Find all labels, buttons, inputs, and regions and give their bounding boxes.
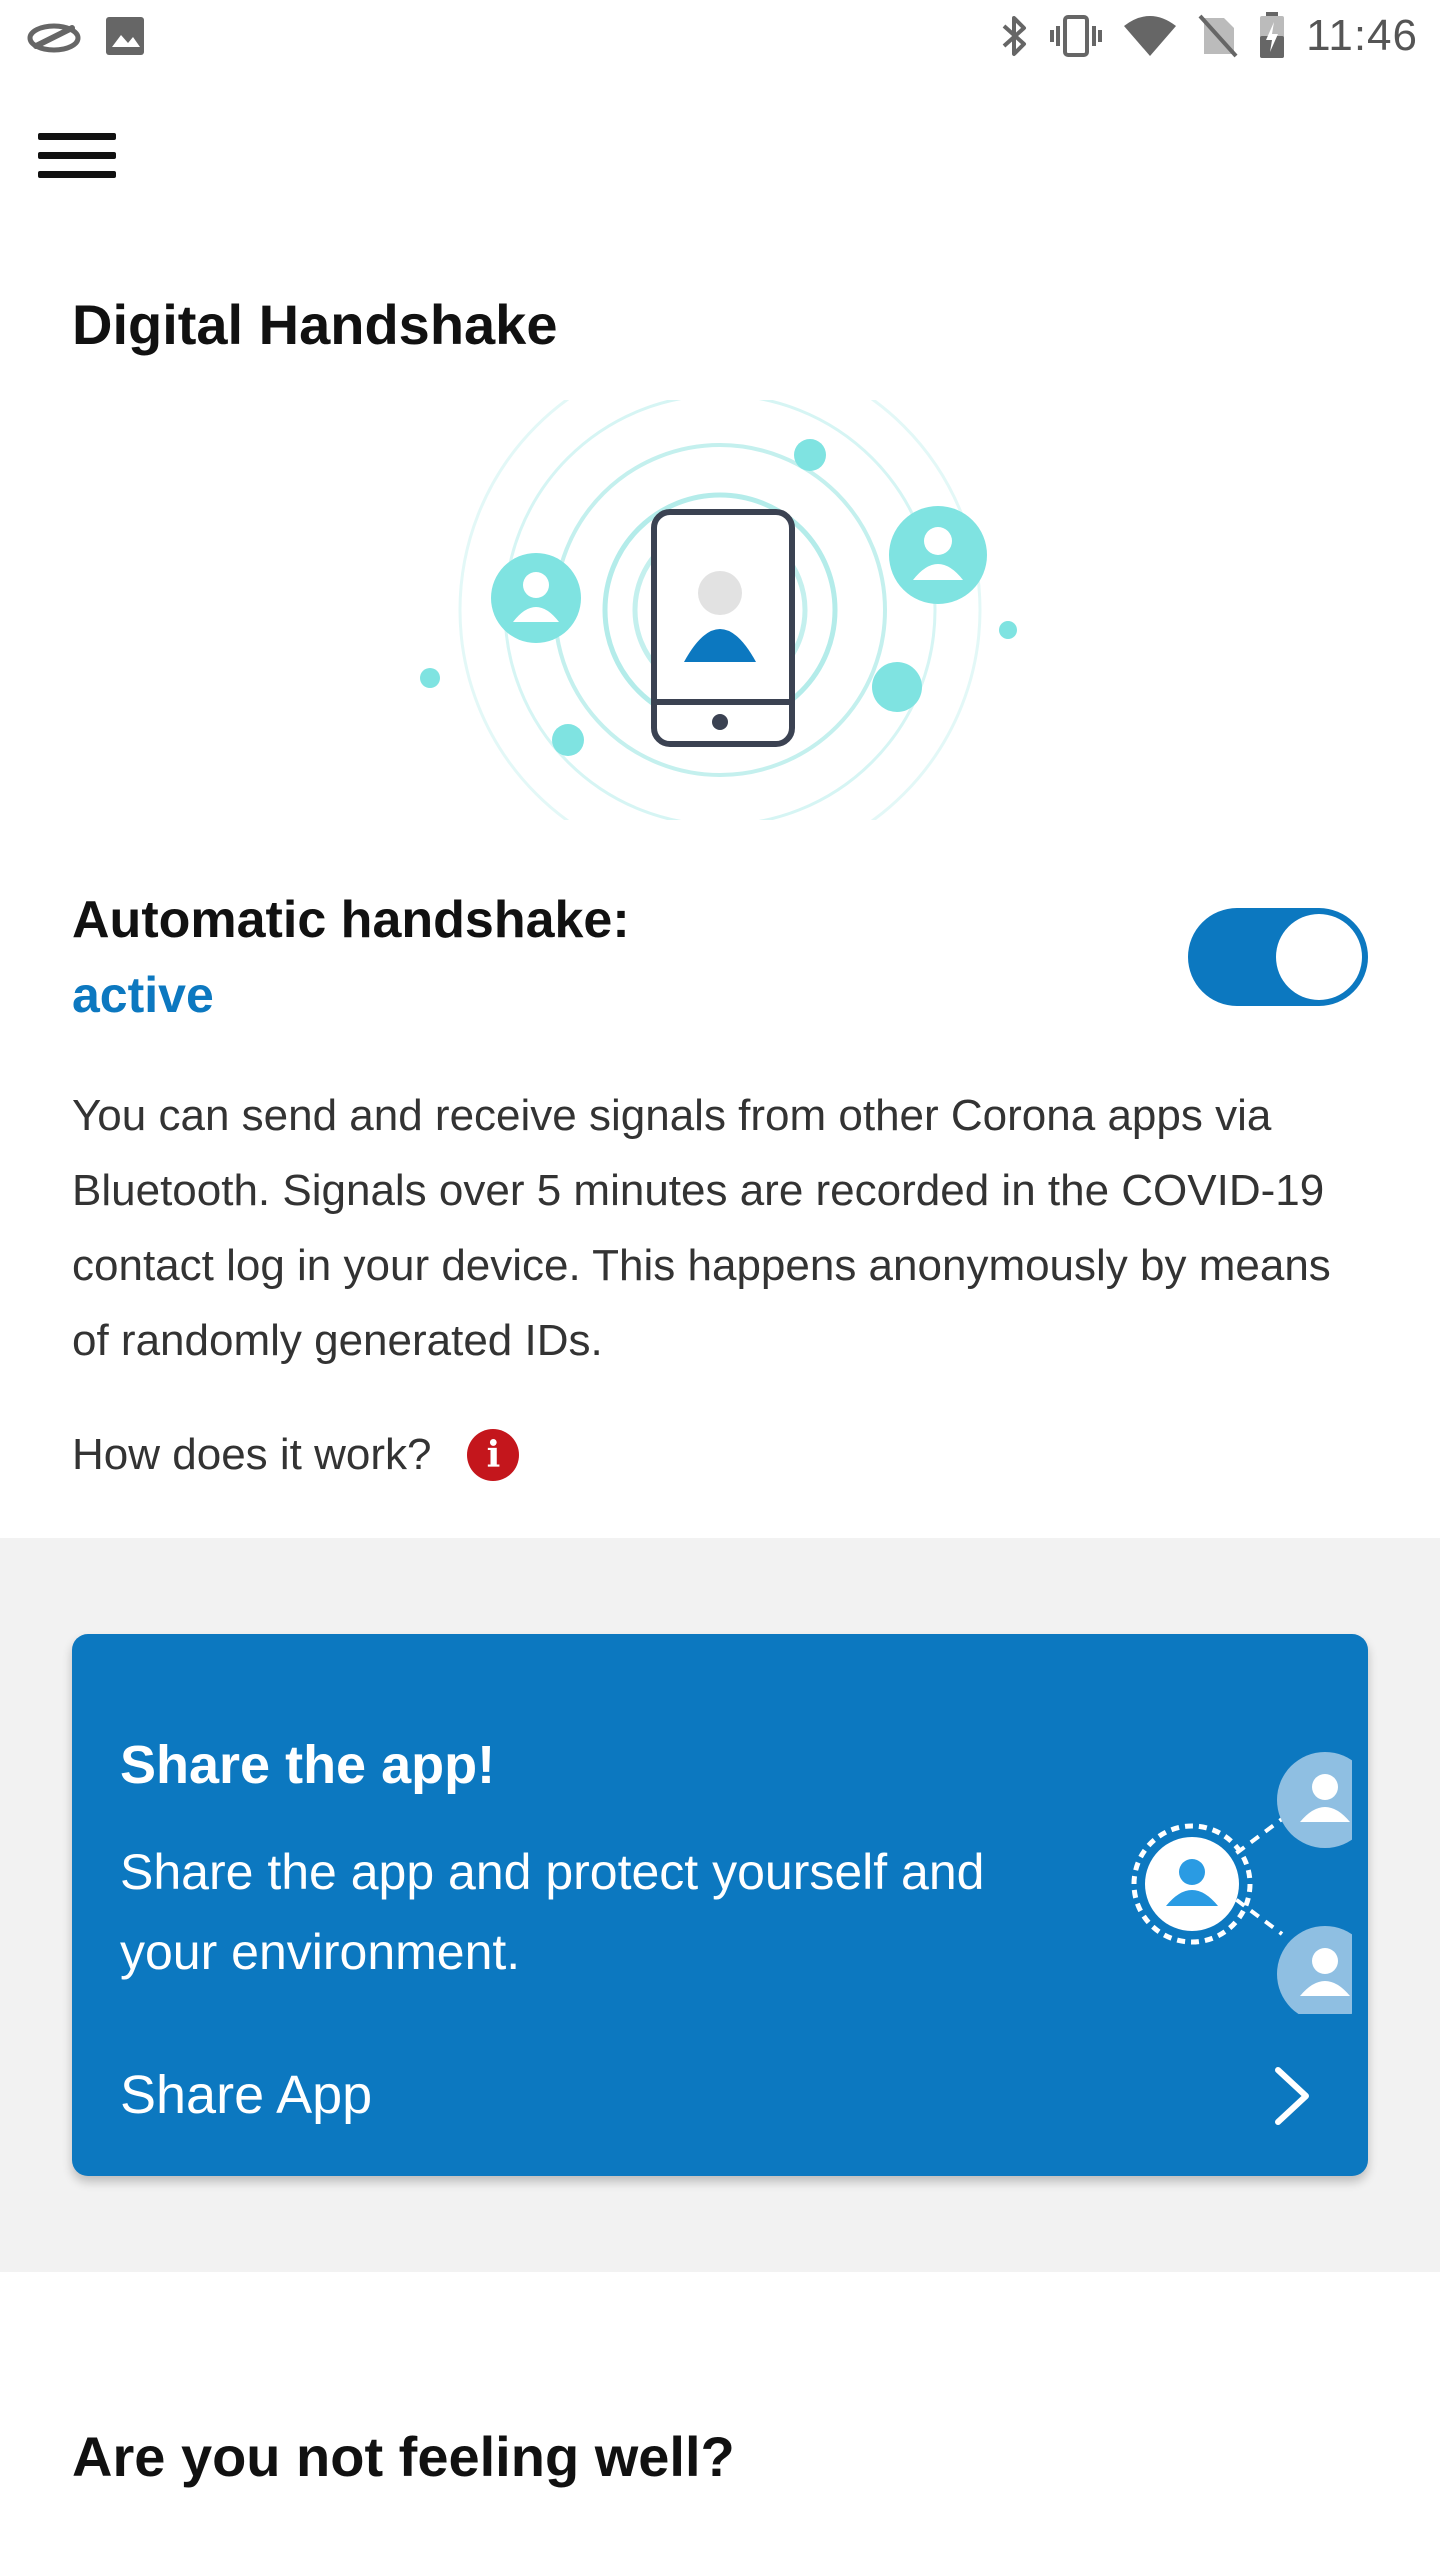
battery-icon xyxy=(1258,12,1286,60)
menu-line xyxy=(38,170,116,178)
handshake-description: You can send and receive signals from ot… xyxy=(72,1091,1331,1365)
clock: 11:46 xyxy=(1306,11,1418,60)
share-card-description: Share the app and protect yourself and y… xyxy=(120,1844,985,1980)
menu-line xyxy=(38,132,116,140)
share-network-illustration xyxy=(1032,1714,1373,2022)
how-does-it-work-link[interactable]: How does it work? i xyxy=(72,1420,520,1490)
menu-line xyxy=(38,151,116,159)
share-app-label: Share App xyxy=(120,2065,373,2125)
share-card: Share the app! Share the app and protect… xyxy=(72,1634,1373,2176)
image-icon xyxy=(104,15,146,57)
share-app-button[interactable]: Share App xyxy=(72,2034,1368,2154)
automatic-handshake-toggle[interactable] xyxy=(1188,908,1368,1006)
chevron-right-icon xyxy=(1272,2066,1312,2126)
page-title: Digital Handshake xyxy=(72,293,558,356)
share-card-title: Share the app! xyxy=(120,1735,496,1795)
toggle-knob xyxy=(1276,914,1362,1000)
automatic-handshake-label: Automatic handshake: xyxy=(72,891,630,949)
not-feeling-well-title: Are you not feeling well? xyxy=(72,2425,735,2488)
no-sim-icon xyxy=(1198,14,1238,58)
info-icon[interactable]: i xyxy=(467,1429,520,1481)
hamburger-menu-icon[interactable] xyxy=(38,120,128,190)
status-bar: 11:46 xyxy=(0,0,1440,72)
bluetooth-icon xyxy=(998,14,1030,58)
share-section: Share the app! Share the app and protect… xyxy=(0,1538,1440,2272)
wifi-icon xyxy=(1122,14,1178,58)
handshake-illustration xyxy=(420,348,1020,872)
app-notification-icon xyxy=(26,16,82,56)
how-does-it-work-label: How does it work? xyxy=(72,1430,432,1479)
handshake-status: active xyxy=(72,967,214,1023)
vibrate-icon xyxy=(1050,14,1103,58)
